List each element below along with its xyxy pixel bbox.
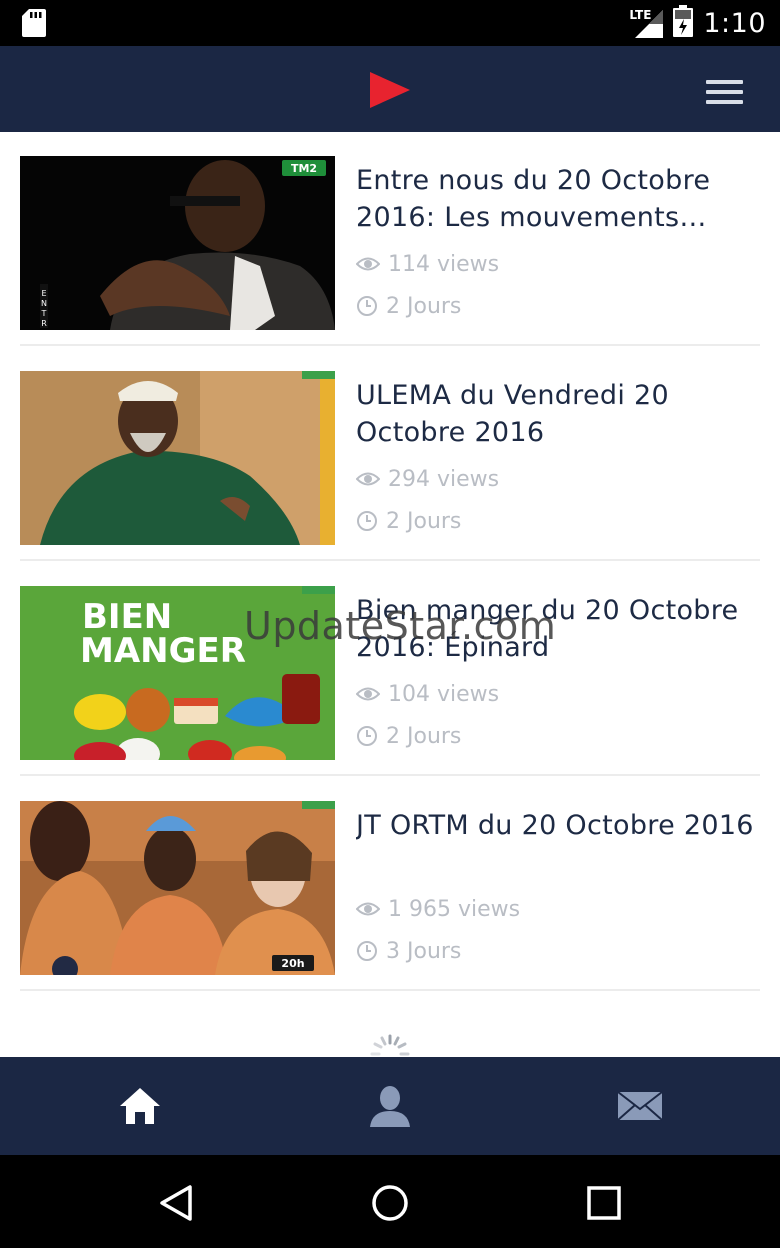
video-list-item[interactable]: TM2 E N T R Entre nous du 20 Octobre 201… [20, 132, 760, 346]
svg-text:T: T [41, 309, 47, 318]
video-age: 2 Jours [356, 507, 756, 535]
video-title[interactable]: ULEMA du Vendredi 20 Octobre 2016 [356, 377, 756, 451]
thumbnail-badge: TM2 [291, 162, 317, 175]
back-button[interactable] [146, 1175, 206, 1231]
back-icon [160, 1185, 192, 1221]
sd-card-icon [22, 9, 46, 41]
views-count: 1 965 views [388, 896, 521, 922]
video-views: 114 views [356, 250, 756, 278]
status-time: 1:10 [703, 7, 766, 39]
mail-icon [617, 1091, 663, 1121]
video-age: 2 Jours [356, 292, 756, 320]
recents-icon [587, 1186, 621, 1220]
bottom-navigation [0, 1057, 780, 1155]
video-age: 3 Jours [356, 937, 756, 965]
age-label: 2 Jours [386, 293, 462, 319]
video-title[interactable]: JT ORTM du 20 Octobre 2016 [356, 807, 756, 881]
system-home-button[interactable] [360, 1175, 420, 1231]
views-count: 114 views [388, 251, 500, 277]
video-list-item[interactable]: 20h JT ORTM du 20 Octobre 2016 1 965 vie… [20, 777, 760, 991]
status-bar: LTE 1:10 [0, 0, 780, 46]
video-list-item[interactable]: ULEMA du Vendredi 20 Octobre 2016 294 vi… [20, 347, 760, 561]
eye-icon [356, 257, 380, 271]
video-views: 104 views [356, 680, 756, 708]
hamburger-menu-icon[interactable] [700, 74, 748, 108]
video-thumbnail[interactable] [20, 371, 335, 545]
views-count: 294 views [388, 466, 500, 492]
svg-text:R: R [41, 319, 47, 328]
clock-icon [357, 296, 377, 316]
user-icon [370, 1086, 410, 1127]
age-label: 2 Jours [386, 723, 462, 749]
age-label: 3 Jours [386, 938, 462, 964]
nav-home-button[interactable] [10, 1057, 270, 1155]
recents-button[interactable] [574, 1175, 634, 1231]
clock-icon [357, 941, 377, 961]
clock-icon [357, 511, 377, 531]
nav-profile-button[interactable] [260, 1057, 520, 1155]
views-count: 104 views [388, 681, 500, 707]
system-navigation [0, 1155, 780, 1248]
video-list-item[interactable]: BIEN MANGER Bien manger du 20 Octobre 20… [20, 562, 760, 776]
eye-icon [356, 472, 380, 486]
video-title[interactable]: Entre nous du 20 Octobre 2016: Les mouve… [356, 162, 756, 236]
thumbnail-text: MANGER [80, 631, 246, 671]
video-views: 294 views [356, 465, 756, 493]
video-thumbnail[interactable]: TM2 E N T R [20, 156, 335, 330]
svg-text:N: N [41, 299, 47, 308]
video-views: 1 965 views [356, 895, 756, 923]
home-icon [120, 1088, 160, 1124]
thumbnail-badge: 20h [281, 957, 304, 970]
age-label: 2 Jours [386, 508, 462, 534]
battery-icon [673, 5, 694, 41]
clock-icon [357, 726, 377, 746]
video-age: 2 Jours [356, 722, 756, 750]
svg-text:E: E [41, 289, 46, 298]
app-bar [0, 46, 780, 132]
nav-messages-button[interactable] [510, 1057, 770, 1155]
home-circle-icon [372, 1185, 408, 1221]
play-icon [368, 70, 412, 114]
video-thumbnail[interactable]: 20h [20, 801, 335, 975]
eye-icon [356, 687, 380, 701]
lte-signal-icon: LTE [629, 8, 664, 38]
eye-icon [356, 902, 380, 916]
watermark: UpdateStar.com [244, 604, 557, 648]
